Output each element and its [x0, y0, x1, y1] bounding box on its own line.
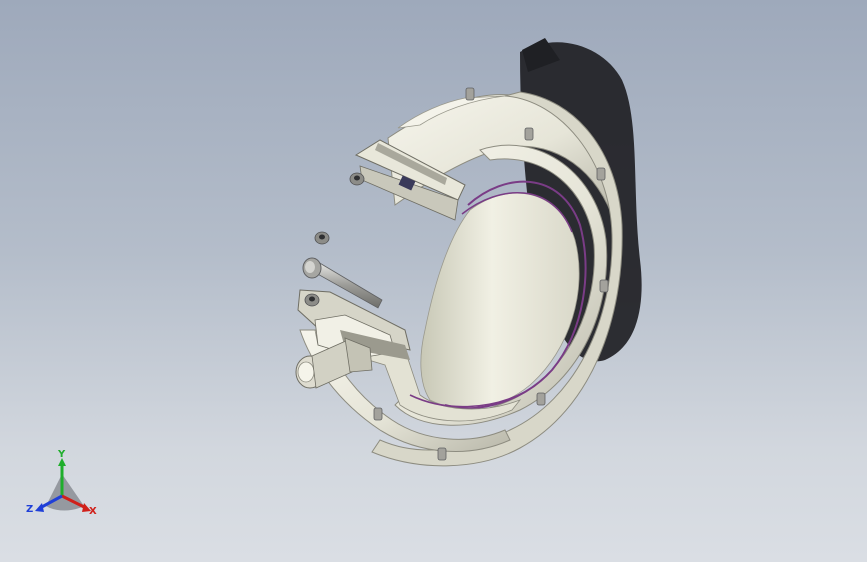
z-axis-arrow: [35, 503, 44, 512]
z-axis-label: Z: [26, 504, 34, 515]
flange-stud: [596, 167, 606, 181]
flange-stud: [524, 127, 534, 141]
flange-stud: [536, 392, 546, 406]
socket-screw-1[interactable]: [314, 231, 330, 245]
set-screw-lower[interactable]: [304, 293, 320, 307]
y-axis-label: Y: [58, 449, 66, 460]
flange-stud: [465, 87, 475, 101]
split-flange-assembly-model[interactable]: [0, 0, 867, 562]
socket-screw-2[interactable]: [349, 172, 365, 186]
view-orientation-triad[interactable]: Y Z X: [22, 446, 112, 526]
triad-graphic: [35, 458, 91, 512]
x-axis-label: X: [89, 506, 97, 517]
cad-graphics-viewport[interactable]: Y Z X: [0, 0, 867, 562]
flange-stud: [437, 447, 447, 461]
flange-stud: [599, 279, 609, 293]
flange-stud: [373, 407, 383, 421]
